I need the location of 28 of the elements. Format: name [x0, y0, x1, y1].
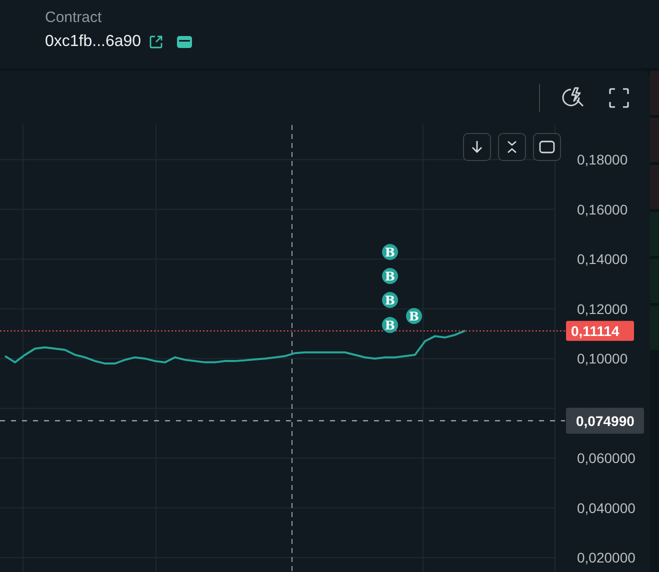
axis-label: 0,020000 [577, 550, 636, 566]
axis-label: 0,060000 [577, 450, 636, 466]
buy-marker: B [382, 268, 398, 284]
ref-line-label: 0,074990 [576, 412, 635, 429]
axis-label: 0,16000 [577, 201, 628, 218]
crosshair-price-tag: 0,074990 [566, 408, 644, 434]
buy-marker: B [382, 292, 398, 308]
axis-label: 0,12000 [577, 300, 628, 317]
collapse-button[interactable] [498, 133, 526, 161]
axis-label: 0,10000 [577, 350, 628, 367]
axis-label: 0,040000 [577, 500, 636, 516]
contract-address: 0xc1fb...6a90 [45, 33, 142, 51]
fit-button[interactable] [533, 133, 561, 161]
external-link-icon[interactable] [149, 35, 164, 49]
buy-marker: B [406, 308, 422, 324]
collapse-icon [505, 140, 519, 154]
contract-label: Contract [45, 9, 103, 26]
fit-icon [539, 140, 555, 154]
buy-marker: B [382, 244, 398, 260]
scroll-down-button[interactable] [463, 133, 491, 161]
down-arrow-icon [470, 140, 484, 154]
axis-label: 0,18000 [577, 152, 628, 168]
ref-line-label: 0,11114 [571, 322, 620, 339]
fullscreen-icon[interactable] [608, 87, 630, 109]
wallet-icon[interactable] [177, 36, 192, 48]
axis-label: 0,14000 [577, 251, 628, 268]
last-price-tag: 0,11114 [566, 320, 634, 341]
buy-marker: B [382, 317, 398, 333]
